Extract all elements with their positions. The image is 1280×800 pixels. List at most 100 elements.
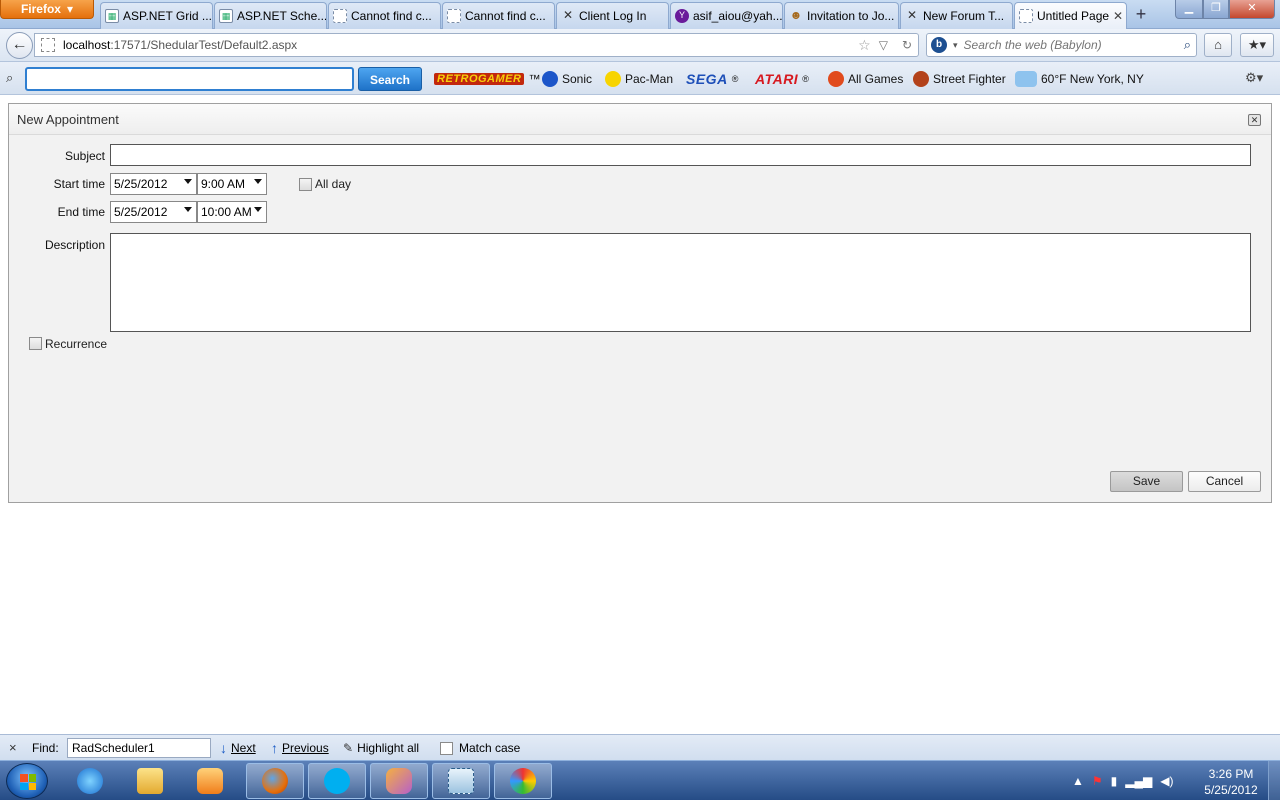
find-next-button[interactable]: ↓ Next — [220, 741, 256, 755]
end-date-picker[interactable]: 5/25/2012 — [110, 201, 197, 223]
power-icon[interactable]: ▮ — [1111, 774, 1118, 788]
match-case-checkbox[interactable] — [440, 741, 453, 755]
close-window-button[interactable]: ✕ — [1229, 0, 1275, 19]
clock-time: 3:26 PM — [1208, 767, 1254, 781]
browser-tab[interactable]: Cannot find c... — [328, 2, 441, 29]
toolbar-link-sega[interactable]: SEGA ® — [686, 69, 738, 89]
history-dropdown-icon[interactable]: ▽ — [879, 38, 888, 52]
subject-input[interactable] — [110, 144, 1251, 166]
toolbar-link-label: All Games — [848, 72, 904, 86]
start-time-value: 9:00 AM — [201, 177, 246, 191]
xmarks-icon: ✕ — [906, 8, 918, 22]
toolbar-link-sonic[interactable]: Sonic — [542, 69, 592, 89]
browser-tab[interactable]: ✕ Client Log In — [556, 2, 669, 29]
start-button[interactable] — [6, 763, 48, 799]
address-bar[interactable]: localhost:17571/ShedularTest/Default2.as… — [34, 33, 919, 57]
description-textarea[interactable] — [110, 233, 1251, 332]
highlight-all-button[interactable]: ✎ Highlight all — [343, 741, 419, 755]
close-tab-icon[interactable]: ✕ — [1113, 9, 1123, 23]
find-previous-button[interactable]: ↑ Previous — [271, 741, 329, 755]
browser-tab[interactable]: Y asif_aiou@yah... — [670, 2, 783, 29]
browser-tab[interactable]: ▦ ASP.NET Grid ... — [100, 2, 213, 29]
taskbar-skype[interactable] — [308, 763, 366, 799]
windows-logo-icon — [20, 774, 36, 790]
end-time-picker[interactable]: 10:00 AM — [197, 201, 267, 223]
all-day-label[interactable]: All day — [315, 177, 351, 191]
close-find-bar-icon[interactable]: × — [9, 740, 17, 755]
toolbar-search-input[interactable] — [25, 67, 354, 91]
start-time-picker[interactable]: 9:00 AM — [197, 173, 267, 195]
browser-tab-active[interactable]: Untitled Page ✕ — [1014, 2, 1127, 29]
toolbar-link-label: Sonic — [562, 72, 593, 86]
recurrence-label[interactable]: Recurrence — [45, 337, 107, 351]
toolbar-search-button[interactable]: Search — [358, 67, 422, 91]
maximize-window-button[interactable]: ❐ — [1203, 0, 1229, 19]
search-icon: ⌕ — [6, 70, 14, 85]
home-button[interactable]: ⌂ — [1204, 33, 1232, 57]
dialog-header: New Appointment ✕ — [9, 104, 1271, 135]
taskbar-windows-explorer[interactable] — [122, 763, 178, 799]
network-icon[interactable]: ▂▄▆ — [1125, 774, 1152, 788]
system-clock[interactable]: 3:26 PM 5/25/2012 — [1196, 766, 1266, 798]
aspnet-icon: ▦ — [219, 9, 233, 23]
search-icon[interactable]: ⌕ — [1184, 37, 1191, 53]
blank-page-icon — [447, 9, 461, 23]
toolbar-weather[interactable]: 60°F New York, NY — [1015, 69, 1144, 89]
web-search-box[interactable]: b ▾ ⌕ — [926, 33, 1197, 57]
tab-label: Invitation to Jo... — [807, 9, 895, 23]
back-button[interactable]: ← — [6, 32, 33, 59]
cancel-button[interactable]: Cancel — [1188, 471, 1261, 492]
retrogamer-logo: RETROGAMER — [434, 73, 525, 85]
toolbar-link-atari[interactable]: ATARI ® — [755, 69, 809, 89]
chevron-down-icon[interactable] — [254, 207, 262, 212]
taskbar-paint[interactable] — [494, 763, 552, 799]
action-center-icon[interactable]: ⚑ — [1092, 774, 1103, 788]
toolbar-link-retrogamer[interactable]: RETROGAMER ™ — [434, 69, 540, 89]
show-desktop-button[interactable] — [1268, 761, 1280, 800]
browser-tab[interactable]: ✕ New Forum T... — [900, 2, 1013, 29]
chevron-down-icon[interactable] — [184, 179, 192, 184]
media-player-icon — [197, 768, 223, 794]
navigation-bar: ← localhost:17571/ShedularTest/Default2.… — [0, 29, 1280, 62]
find-input[interactable]: RadScheduler1 — [67, 738, 211, 758]
start-date-picker[interactable]: 5/25/2012 — [110, 173, 197, 195]
weather-cloud-icon — [1015, 71, 1037, 87]
taskbar-internet-explorer[interactable] — [62, 763, 118, 799]
tab-label: Cannot find c... — [351, 9, 432, 23]
recurrence-checkbox[interactable] — [29, 337, 42, 350]
toolbar-link-street-fighter[interactable]: Street Fighter — [913, 69, 1006, 89]
taskbar-firefox[interactable] — [246, 763, 304, 799]
end-date-value: 5/25/2012 — [114, 205, 168, 219]
bookmarks-button[interactable]: ★▾ — [1240, 33, 1274, 57]
taskbar-media-player[interactable] — [182, 763, 238, 799]
match-case-toggle[interactable]: Match case — [440, 741, 520, 755]
taskbar-visual-studio[interactable] — [370, 763, 428, 799]
new-tab-button[interactable]: + — [1129, 4, 1153, 26]
save-button[interactable]: Save — [1110, 471, 1183, 492]
chevron-down-icon[interactable]: ▾ — [953, 40, 958, 51]
browser-tab[interactable]: ☻ Invitation to Jo... — [784, 2, 899, 29]
firefox-menu-button[interactable]: Firefox ▾ — [0, 0, 94, 19]
minimize-window-button[interactable]: ▁ — [1175, 0, 1203, 19]
show-hidden-icons-icon[interactable]: ▲ — [1072, 774, 1084, 788]
chevron-down-icon[interactable] — [254, 179, 262, 184]
browser-tab[interactable]: ▦ ASP.NET Sche... — [214, 2, 327, 29]
all-day-checkbox[interactable] — [299, 178, 312, 191]
toolbar-link-pacman[interactable]: Pac-Man — [605, 69, 673, 89]
babylon-engine-icon[interactable]: b — [931, 37, 947, 53]
reload-icon[interactable]: ↻ — [902, 38, 912, 52]
bookmark-star-icon[interactable]: ☆ — [858, 37, 871, 54]
tab-label: Client Log In — [579, 9, 647, 23]
taskbar-snipping-tool[interactable] — [432, 763, 490, 799]
web-search-input[interactable] — [963, 38, 1174, 52]
chevron-down-icon[interactable] — [184, 207, 192, 212]
site-identity-icon[interactable] — [41, 38, 55, 52]
toolbar-settings-icon[interactable]: ⚙▾ — [1245, 70, 1263, 86]
home-icon: ⌂ — [1214, 37, 1222, 52]
highlight-all-label: Highlight all — [357, 741, 420, 755]
close-icon[interactable]: ✕ — [1248, 114, 1261, 126]
toolbar-link-all-games[interactable]: All Games — [828, 69, 903, 89]
volume-icon[interactable]: ◀) — [1160, 774, 1173, 788]
url-path: :17571/ShedularTest/Default2.aspx — [110, 38, 298, 52]
browser-tab[interactable]: Cannot find c... — [442, 2, 555, 29]
